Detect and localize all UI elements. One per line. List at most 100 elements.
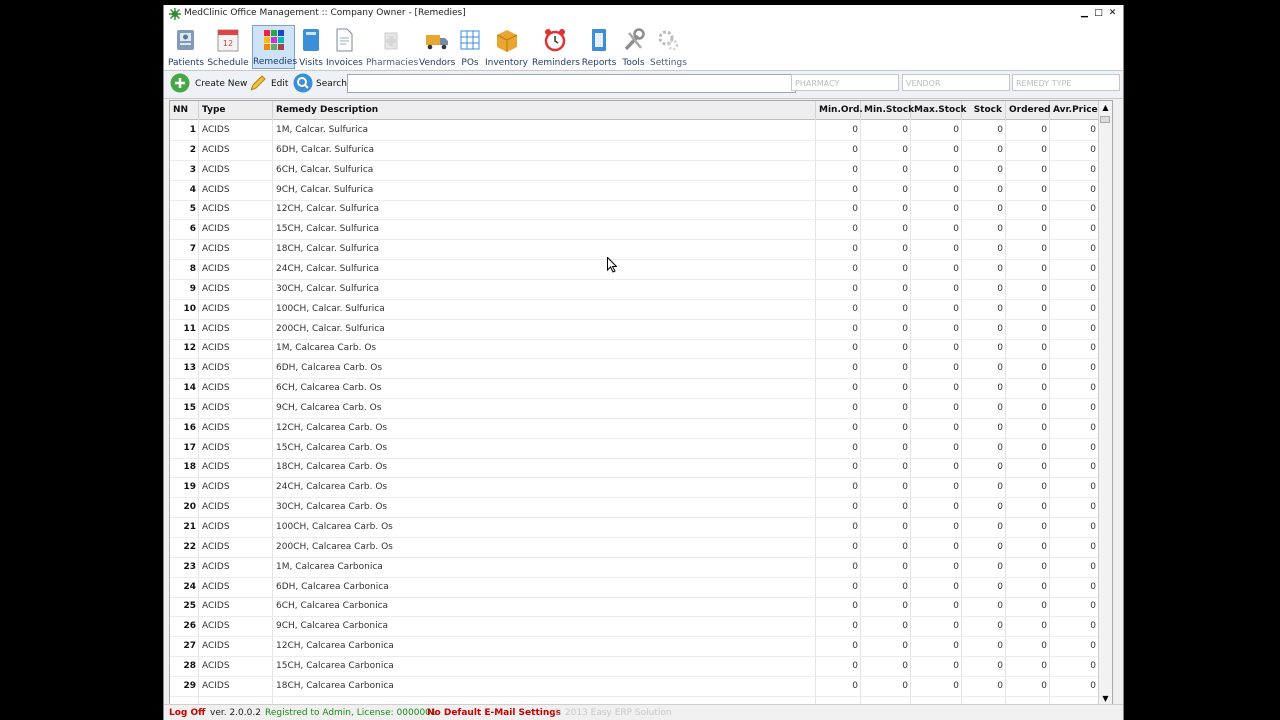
table-row[interactable]: 18 ACIDS 18CH, Calcarea Carb. Os 0 0 0 0 0 0 bbox=[170, 457, 1108, 479]
min-stock-cell: 0 bbox=[902, 502, 908, 513]
table-row[interactable]: 21 ACIDS 100CH, Calcarea Carb. Os 0 0 0 0 0 0 bbox=[170, 517, 1108, 538]
min-ord-cell: 0 bbox=[852, 641, 858, 652]
toolbar-label: Invoices bbox=[326, 58, 363, 68]
toolbar-pharmacies[interactable]: Pharmacies bbox=[366, 25, 418, 69]
table-row[interactable]: 28 ACIDS 15CH, Calcarea Carbonica 0 0 0 0 0 0 bbox=[170, 656, 1108, 677]
toolbar-remedies[interactable]: Remedies bbox=[252, 25, 298, 69]
avr-price-cell: 0 bbox=[1090, 422, 1096, 433]
search-button[interactable]: Search bbox=[316, 74, 347, 94]
table-row[interactable]: 6 ACIDS 15CH, Calcar. Sulfurica 0 0 0 0 0 0 bbox=[170, 219, 1108, 241]
toolbar-label: Remedies bbox=[253, 57, 298, 67]
ordered-cell: 0 bbox=[1041, 422, 1047, 433]
vendor-filter[interactable]: VENDOR bbox=[902, 74, 1010, 91]
table-row[interactable]: 4 ACIDS 9CH, Calcar. Sulfurica 0 0 0 0 0 0 bbox=[170, 180, 1108, 201]
table-row[interactable]: 3 ACIDS 6CH, Calcar. Sulfurica 0 0 0 0 0 0 bbox=[170, 160, 1108, 181]
email-settings-warning[interactable]: No Default E-Mail Settings bbox=[427, 705, 561, 720]
ordered-cell: 0 bbox=[1041, 164, 1047, 175]
edit-pencil-icon[interactable] bbox=[248, 73, 268, 93]
toolbar-schedule[interactable]: 12 Schedule bbox=[207, 25, 249, 69]
table-row[interactable]: 27 ACIDS 12CH, Calcarea Carbonica 0 0 0 0 0 0 bbox=[170, 636, 1108, 658]
table-row[interactable]: 7 ACIDS 18CH, Calcar. Sulfurica 0 0 0 0 0 0 bbox=[170, 239, 1108, 261]
toolbar-vendors[interactable]: Vendors bbox=[419, 25, 455, 69]
minimize-button[interactable]: ▁ bbox=[1079, 8, 1090, 19]
remedy-type-filter[interactable]: REMEDY TYPE bbox=[1012, 74, 1120, 91]
grid-header: NN Type Remedy Description Min.Ord. Min.… bbox=[170, 101, 1112, 120]
search-input[interactable] bbox=[347, 74, 796, 93]
min-ord-cell: 0 bbox=[852, 184, 858, 195]
max-stock-cell: 0 bbox=[953, 462, 959, 473]
table-row[interactable]: 9 ACIDS 30CH, Calcar. Sulfurica 0 0 0 0 0 0 bbox=[170, 279, 1108, 300]
copyright-text: © 2013 Easy ERP Solution bbox=[553, 708, 672, 718]
table-row[interactable]: 13 ACIDS 6DH, Calcarea Carb. Os 0 0 0 0 0 0 bbox=[170, 358, 1108, 380]
col-header-nn[interactable]: NN bbox=[170, 101, 199, 119]
col-header-stock[interactable]: Stock bbox=[962, 101, 1006, 119]
table-row[interactable]: 24 ACIDS 6DH, Calcarea Carbonica 0 0 0 0 0 0 bbox=[170, 577, 1108, 598]
avr-price-cell: 0 bbox=[1090, 204, 1096, 215]
invoices-icon bbox=[336, 28, 353, 52]
col-header-ordered[interactable]: Ordered bbox=[1006, 101, 1051, 119]
status-bar: Log Off ver. 2.0.0.2 Registred to Admin,… bbox=[164, 704, 1123, 720]
min-ord-cell: 0 bbox=[852, 522, 858, 532]
table-row[interactable]: 14 ACIDS 6CH, Calcarea Carb. Os 0 0 0 0 0 0 bbox=[170, 378, 1108, 400]
toolbar-settings[interactable]: Settings bbox=[650, 25, 687, 69]
max-stock-cell: 0 bbox=[953, 144, 959, 155]
row-number: 9 bbox=[189, 283, 196, 294]
table-row[interactable]: 23 ACIDS 1M, Calcarea Carbonica 0 0 0 0 0 0 bbox=[170, 557, 1108, 578]
col-header-min-ord[interactable]: Min.Ord. bbox=[816, 101, 863, 119]
stock-cell: 0 bbox=[997, 144, 1003, 155]
create-new-button[interactable]: Create New bbox=[195, 74, 247, 94]
table-row[interactable]: 2 ACIDS 6DH, Calcar. Sulfurica 0 0 0 0 0 0 bbox=[170, 140, 1108, 161]
min-stock-cell: 0 bbox=[902, 144, 908, 155]
table-row[interactable]: 12 ACIDS 1M, Calcarea Carb. Os 0 0 0 0 0 0 bbox=[170, 338, 1108, 360]
ordered-cell: 0 bbox=[1041, 343, 1047, 354]
row-number: 22 bbox=[183, 541, 196, 552]
table-row[interactable]: 10 ACIDS 100CH, Calcar. Sulfurica 0 0 0 0 0 0 bbox=[170, 299, 1108, 320]
table-row[interactable]: 8 ACIDS 24CH, Calcar. Sulfurica 0 0 0 0 0 0 bbox=[170, 259, 1108, 280]
min-ord-cell: 0 bbox=[852, 283, 858, 294]
toolbar-patients[interactable]: Patients bbox=[168, 25, 204, 69]
logoff-link[interactable]: Log Off bbox=[169, 705, 205, 720]
min-stock-cell: 0 bbox=[902, 482, 908, 493]
table-row[interactable]: 16 ACIDS 12CH, Calcarea Carb. Os 0 0 0 0 0 0 bbox=[170, 418, 1108, 439]
min-ord-cell: 0 bbox=[852, 343, 858, 354]
toolbar-pos[interactable]: POs bbox=[458, 25, 482, 69]
close-button[interactable]: ✕ bbox=[1107, 8, 1118, 19]
type-cell: ACIDS bbox=[202, 283, 230, 294]
max-stock-cell: 0 bbox=[953, 561, 959, 572]
toolbar-visits[interactable]: Visits bbox=[298, 25, 324, 69]
table-row[interactable]: 20 ACIDS 30CH, Calcarea Carb. Os 0 0 0 0 0 0 bbox=[170, 497, 1108, 519]
remedies-grid: NN Type Remedy Description Min.Ord. Min.… bbox=[169, 100, 1113, 706]
vertical-scrollbar[interactable]: ▲ ▼ bbox=[1098, 101, 1112, 705]
table-row[interactable]: 25 ACIDS 6CH, Calcarea Carbonica 0 0 0 0 0 0 bbox=[170, 596, 1108, 618]
maximize-button[interactable]: □ bbox=[1093, 8, 1104, 19]
search-icon[interactable] bbox=[293, 73, 313, 93]
toolbar-reports[interactable]: Reports bbox=[581, 25, 617, 69]
table-row[interactable]: 22 ACIDS 200CH, Calcarea Carb. Os 0 0 0 0 0 0 bbox=[170, 537, 1108, 558]
toolbar-tools[interactable]: Tools bbox=[620, 25, 647, 69]
create-new-icon[interactable] bbox=[170, 73, 190, 93]
table-row[interactable]: 19 ACIDS 24CH, Calcarea Carb. Os 0 0 0 0 0 0 bbox=[170, 477, 1108, 499]
col-header-type[interactable]: Type bbox=[199, 101, 273, 119]
col-header-description[interactable]: Remedy Description bbox=[273, 101, 816, 119]
pharmacy-filter[interactable]: PHARMACY bbox=[791, 74, 899, 91]
table-row[interactable]: 29 ACIDS 18CH, Calcarea Carbonica 0 0 0 0 0 0 bbox=[170, 676, 1108, 697]
scroll-up-icon[interactable]: ▲ bbox=[1099, 101, 1112, 114]
min-stock-cell: 0 bbox=[902, 164, 908, 175]
max-stock-cell: 0 bbox=[953, 402, 959, 413]
table-row[interactable]: 5 ACIDS 12CH, Calcar. Sulfurica 0 0 0 0 0 0 bbox=[170, 199, 1108, 221]
table-row[interactable]: 15 ACIDS 9CH, Calcarea Carb. Os 0 0 0 0 0 0 bbox=[170, 398, 1108, 419]
scroll-thumb[interactable] bbox=[1100, 116, 1110, 123]
toolbar-invoices[interactable]: Invoices bbox=[326, 25, 363, 69]
toolbar-reminders[interactable]: Reminders bbox=[532, 25, 580, 69]
col-header-max-stock[interactable]: Max.Stock bbox=[911, 101, 967, 119]
table-row[interactable]: 11 ACIDS 200CH, Calcar. Sulfurica 0 0 0 0 0 0 bbox=[170, 319, 1108, 340]
toolbar-inventory[interactable]: Inventory bbox=[485, 25, 528, 69]
edit-button[interactable]: Edit bbox=[271, 74, 288, 94]
stock-cell: 0 bbox=[997, 601, 1003, 612]
col-header-min-stock[interactable]: Min.Stock bbox=[861, 101, 914, 119]
table-row[interactable]: 17 ACIDS 15CH, Calcarea Carb. Os 0 0 0 0 0 0 bbox=[170, 438, 1108, 459]
col-header-avr-price[interactable]: Avr.Price bbox=[1050, 101, 1099, 119]
table-row[interactable]: 26 ACIDS 9CH, Calcarea Carbonica 0 0 0 0 0 0 bbox=[170, 616, 1108, 638]
min-ord-cell: 0 bbox=[852, 144, 858, 155]
table-row[interactable]: 1 ACIDS 1M, Calcar. Sulfurica 0 0 0 0 0 0 bbox=[170, 120, 1108, 141]
